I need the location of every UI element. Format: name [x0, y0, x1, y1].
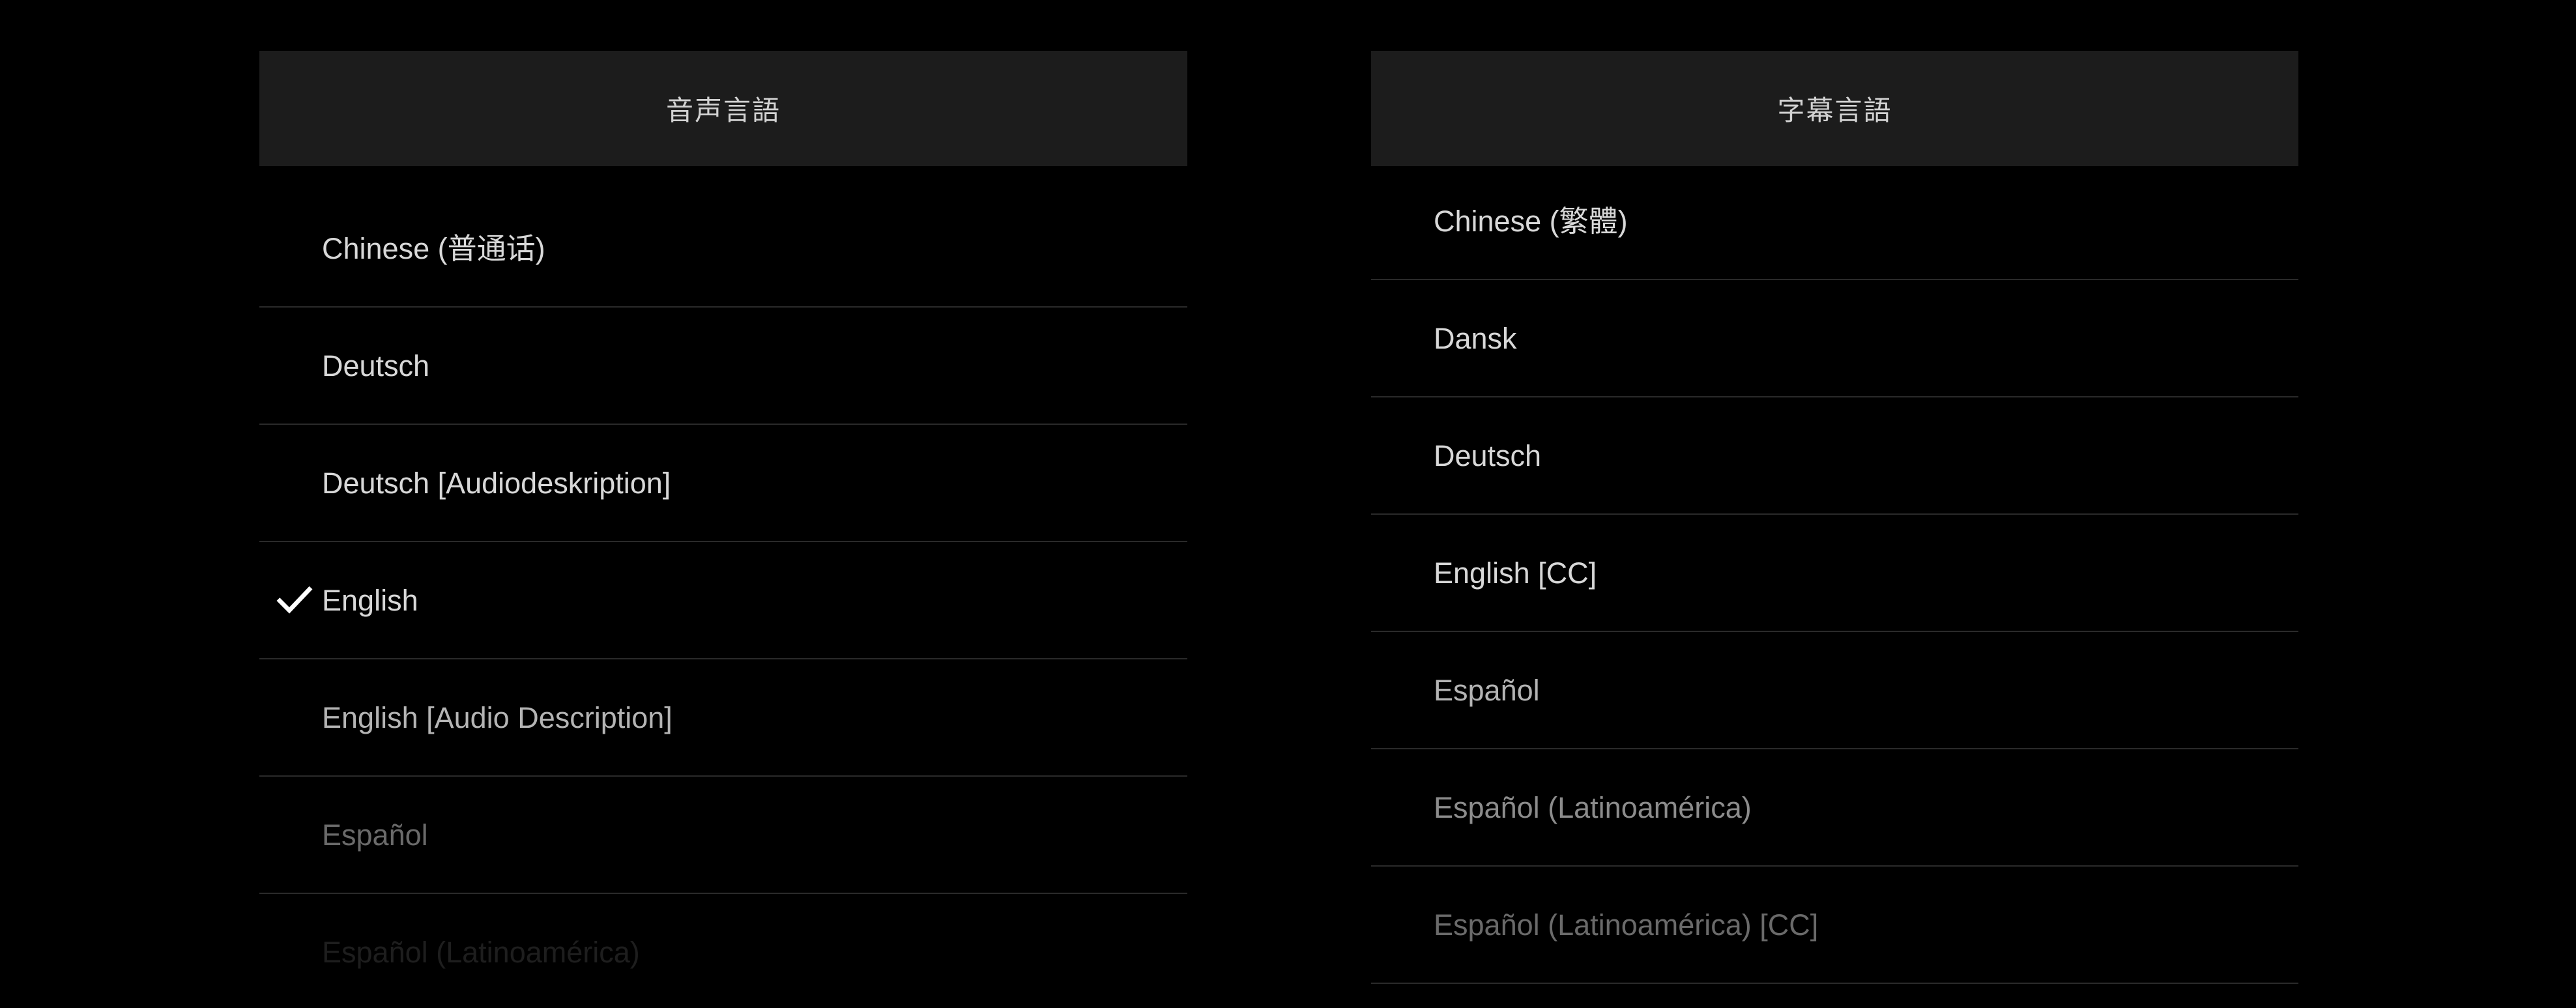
audio-language-header: 音声言語	[259, 51, 1187, 166]
checkmark-placeholder	[1379, 515, 1434, 631]
checkmark-placeholder	[267, 894, 322, 1008]
checkmark-placeholder	[1379, 397, 1434, 513]
language-option-row[interactable]: English [CC]	[1371, 515, 2298, 632]
audio-language-list[interactable]: Chinese (普通话) Deutsch Deutsch [Audiodeskri…	[259, 190, 1187, 1008]
checkmark-placeholder	[1379, 632, 1434, 748]
language-option-row[interactable]: Deutsch	[1371, 397, 2298, 515]
language-option-row[interactable]: Español	[259, 777, 1187, 894]
language-option-label: Español (Latinoamérica) [CC]	[1434, 908, 1819, 942]
language-option-row[interactable]: Español (Latinoamérica)	[259, 894, 1187, 1008]
checkmark-placeholder	[267, 425, 322, 541]
checkmark-placeholder	[267, 659, 322, 775]
checkmark-placeholder	[1379, 280, 1434, 396]
checkmark-placeholder	[267, 190, 322, 306]
language-option-row[interactable]: English [Audio Description]	[259, 659, 1187, 777]
language-option-row[interactable]: Español (Latinoamérica)	[1371, 749, 2298, 867]
audio-language-panel: 音声言語 Chinese (普通话) Deutsch Deutsch [Audiod…	[259, 0, 1187, 1008]
checkmark-icon	[267, 542, 322, 658]
checkmark-placeholder	[1379, 163, 1434, 279]
language-option-row[interactable]: Deutsch [Audiodeskription]	[259, 425, 1187, 542]
language-option-row[interactable]: Dansk	[1371, 280, 2298, 397]
language-option-row[interactable]: Deutsch	[259, 308, 1187, 425]
language-selection-screen: 音声言語 Chinese (普通话) Deutsch Deutsch [Audiod…	[0, 0, 2576, 1008]
language-option-row[interactable]: Chinese (繁體)	[1371, 163, 2298, 280]
checkmark-placeholder	[1379, 749, 1434, 865]
subtitle-language-list[interactable]: Chinese (繁體) Dansk Deutsch English [CC] Espa…	[1371, 163, 2298, 984]
checkmark-placeholder	[1379, 867, 1434, 983]
subtitle-language-panel: 字幕言語 Chinese (繁體) Dansk Deutsch English [CC…	[1371, 0, 2298, 1008]
language-option-row[interactable]: English	[259, 542, 1187, 659]
checkmark-placeholder	[267, 777, 322, 893]
language-option-row[interactable]: Español (Latinoamérica) [CC]	[1371, 867, 2298, 984]
checkmark-placeholder	[267, 308, 322, 424]
language-option-row[interactable]: Español	[1371, 632, 2298, 749]
language-option-row[interactable]: Chinese (普通话)	[259, 190, 1187, 308]
subtitle-language-header: 字幕言語	[1371, 51, 2298, 166]
